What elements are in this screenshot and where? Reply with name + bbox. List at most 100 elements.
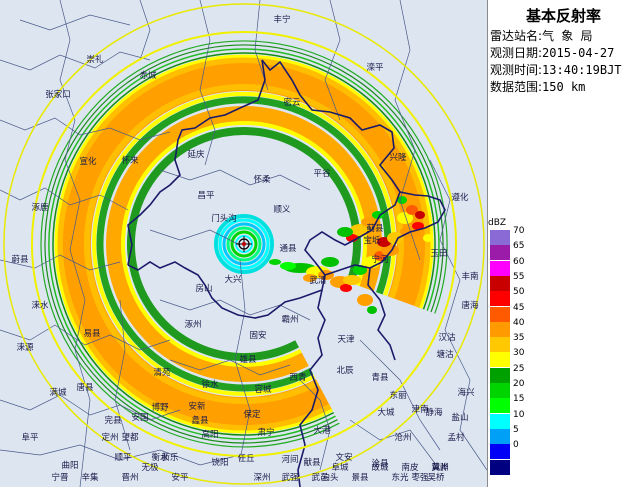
- legend-swatch: [490, 337, 510, 353]
- place-name-label: 保定: [243, 409, 261, 420]
- place-name-label: 阜城: [331, 462, 349, 473]
- place-name-label: 无极: [141, 462, 159, 473]
- convective-cell: [280, 262, 296, 270]
- legend-label: 70: [513, 226, 525, 236]
- place-name-label: 宁晋: [51, 472, 68, 483]
- place-name-label: 东丽: [389, 390, 407, 401]
- legend-label: 55: [513, 271, 525, 282]
- legend-label: 60: [513, 256, 525, 267]
- station-label: 雷达站名:: [490, 29, 543, 43]
- place-name-label: 阜平: [21, 432, 39, 443]
- time-value: 13:40:19BJT: [542, 63, 622, 77]
- place-name-label: 涞源: [16, 343, 34, 353]
- convective-cell: [337, 227, 353, 237]
- place-name-label: 门头沟: [211, 213, 237, 224]
- place-name-label: 静海: [425, 407, 443, 418]
- place-name-label: 辛集: [81, 472, 99, 483]
- place-name-label: 固安: [249, 330, 266, 341]
- legend-label: 20: [513, 379, 525, 389]
- info-panel: 基本反射率 雷达站名:气 象 局 观测日期:2015-04-27 观测时间:13…: [488, 0, 639, 487]
- place-name-label: 雄县: [239, 354, 257, 365]
- convective-cell: [367, 306, 377, 314]
- place-name-label: 定州: [101, 432, 118, 443]
- place-name-label: 滦平: [366, 62, 384, 73]
- place-name-label: 枣强: [411, 472, 429, 483]
- legend-label: 5: [513, 424, 519, 435]
- place-name-label: 密云: [283, 97, 301, 108]
- place-name-label: 怀来: [121, 155, 139, 166]
- legend-swatch: [490, 260, 510, 276]
- legend-swatch: [490, 275, 510, 291]
- date-label: 观测日期:: [490, 46, 543, 60]
- place-name-label: 青县: [371, 372, 389, 383]
- place-name-label: 献县: [303, 457, 321, 468]
- legend-label: 40: [513, 317, 525, 328]
- place-name-label: 丰宁: [273, 14, 290, 25]
- legend-swatch: [490, 245, 510, 261]
- time-label: 观测时间:: [490, 63, 543, 77]
- place-name-label: 沧州: [394, 432, 411, 443]
- radar-map[interactable]: 丰宁 崇礼 张家口 赤城 滦平 宣化 怀来 延庆 密云 兴隆 遵化 涿鹿 昌平 怀柔 顺义 平谷 蓟县 蔚县 门头沟…: [0, 0, 488, 487]
- place-name-label: 汉沽: [438, 332, 456, 343]
- place-name-label: 顺平: [114, 453, 132, 463]
- place-name-label: 唐海: [461, 300, 479, 311]
- place-name-label: 望都: [121, 432, 139, 443]
- place-name-label: 延庆: [187, 149, 205, 160]
- product-title: 基本反射率: [525, 7, 601, 25]
- convective-cell: [423, 234, 433, 242]
- convective-cell: [415, 211, 425, 219]
- place-name-label: 赤城: [139, 71, 157, 81]
- place-name-label: 晋州: [121, 473, 138, 483]
- legend-swatch: [490, 321, 510, 337]
- legend-label: 10: [513, 409, 525, 420]
- place-name-label: 通县: [279, 243, 297, 254]
- place-name-label: 故城: [371, 462, 389, 473]
- place-name-label: 武清: [309, 275, 327, 286]
- place-name-label: 宣化: [79, 156, 97, 167]
- place-name-label: 丰南: [461, 271, 478, 282]
- legend-label: 15: [513, 394, 525, 405]
- place-name-label: 唐县: [76, 382, 94, 393]
- place-name-label: 蠡县: [191, 415, 209, 426]
- place-name-label: 易县: [83, 329, 101, 339]
- place-name-label: 霸州: [281, 315, 298, 325]
- place-name-label: 孟村: [447, 432, 465, 443]
- place-name-label: 遵化: [451, 192, 469, 203]
- convective-cell: [340, 284, 352, 292]
- date-value: 2015-04-27: [542, 46, 615, 60]
- place-name-label: 涞水: [31, 300, 49, 311]
- place-name-label: 宁河: [371, 254, 389, 265]
- place-name-label: 任丘: [237, 453, 255, 464]
- legend-swatch: [490, 413, 510, 429]
- place-name-label: 清苑: [153, 367, 171, 378]
- place-name-label: 大城: [377, 407, 395, 418]
- legend-swatch: [490, 444, 510, 460]
- place-name-label: 河间: [281, 454, 298, 465]
- place-name-label: 安新: [188, 401, 206, 412]
- place-name-label: 宝坻: [363, 235, 381, 246]
- place-name-label: 东光: [391, 472, 409, 483]
- place-name-label: 兴隆: [389, 152, 407, 163]
- date-row: 观测日期:2015-04-27: [490, 45, 622, 62]
- place-name-label: 曲阳: [61, 460, 78, 471]
- legend-label: 25: [513, 363, 525, 374]
- place-name-label: 涿州: [184, 320, 201, 330]
- metadata-block: 雷达站名:气 象 局 观测日期:2015-04-27 观测时间:13:40:19…: [490, 28, 622, 96]
- place-name-label: 张家口: [45, 89, 71, 100]
- place-name-label: 冀州: [431, 462, 448, 473]
- place-name-label: 海兴: [457, 387, 475, 398]
- place-name-label: 房山: [195, 283, 212, 294]
- legend-swatch: [490, 230, 510, 245]
- radar-map-canvas: 丰宁崇礼张家口 赤城 滦平宣化 怀来 延庆 密云兴隆遵化涿鹿 昌平 怀柔顺义 平谷蓟县蔚县 门头沟…: [0, 0, 487, 487]
- time-row: 观测时间:13:40:19BJT: [490, 62, 622, 79]
- place-name-label: 平谷: [313, 169, 331, 179]
- place-name-label: 南皮: [401, 462, 419, 473]
- place-name-label: 完县: [104, 415, 122, 426]
- place-name-label: 大兴: [224, 274, 242, 285]
- range-row: 数据范围:150 km: [490, 79, 622, 96]
- legend-label: 35: [513, 333, 525, 344]
- convective-cell: [357, 294, 373, 306]
- place-name-label: 文安: [335, 452, 352, 463]
- legend-label: 0: [513, 440, 519, 451]
- legend-title: dBZ: [488, 218, 507, 228]
